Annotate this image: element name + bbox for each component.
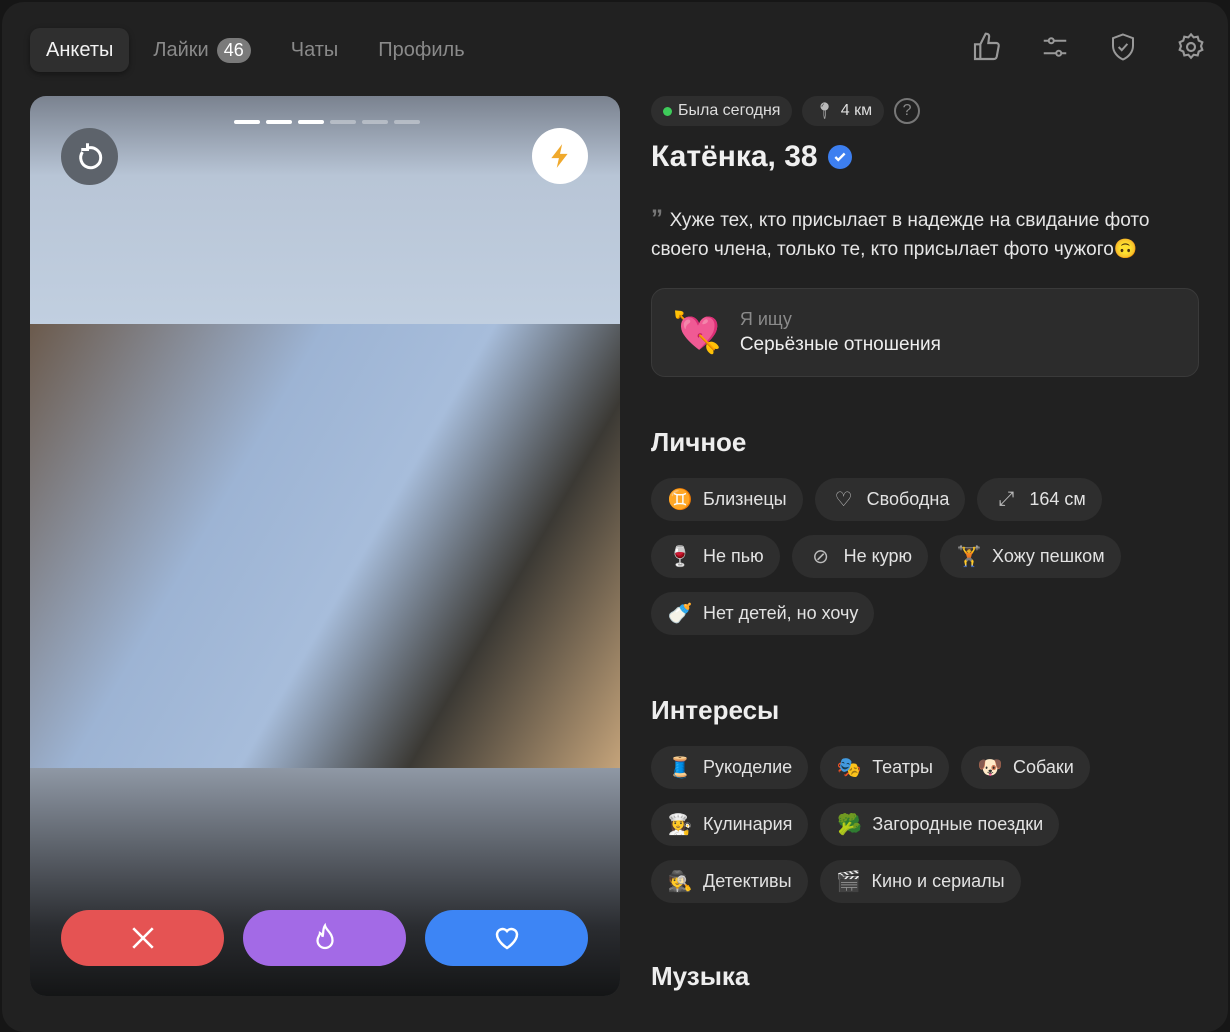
chip-icon: 🎭: [836, 757, 862, 779]
chip-icon: ♡: [834, 489, 853, 511]
chip: 🧵 Рукоделие: [651, 746, 809, 789]
chip: 🎬 Кино и сериалы: [819, 860, 1021, 903]
section-interests-title: Интересы: [651, 695, 780, 725]
section-personal-title: Личное: [651, 427, 747, 457]
chip: 🥦 Загородные поездки: [820, 803, 1060, 846]
photo-indicator[interactable]: [330, 120, 356, 124]
location-pin-icon: 📍︎: [814, 103, 835, 120]
tab-likes[interactable]: Лайки 46: [137, 28, 266, 72]
chip-icon: 🐶: [977, 757, 1003, 779]
photo-indicator[interactable]: [266, 120, 292, 124]
chip: 👩‍🍳 Кулинария: [651, 803, 809, 846]
bio-quote: ” Хуже тех, кто присылает в надежде на с…: [651, 205, 1150, 260]
main-nav: Анкеты Лайки 46 Чаты Профиль: [30, 28, 481, 72]
chip-icon: 👩‍🍳: [667, 814, 693, 836]
sliders-icon[interactable]: [1038, 30, 1072, 64]
likes-count-badge: 46: [216, 37, 251, 63]
photo-indicator[interactable]: [298, 120, 324, 124]
chip: 🐶 Собаки: [961, 746, 1090, 789]
profile-info: Была сегодня 📍︎ 4 км ? Катёнка, 38 ” Хуже…: [651, 96, 1199, 1012]
chip-icon: ♊: [667, 489, 693, 511]
chip: 🍼 Нет детей, но хочу: [651, 592, 875, 635]
chip: ♡ Свободна: [814, 478, 966, 521]
photo-indicator[interactable]: [394, 120, 420, 124]
online-status: Была сегодня: [651, 96, 793, 126]
chip-icon: ⊘: [812, 546, 830, 568]
chip: 🏋 Хожу пешком: [940, 535, 1121, 578]
chip: ⊘ Не курю: [791, 535, 929, 578]
online-dot-icon: [663, 106, 672, 116]
chip-icon: 🏋: [956, 546, 982, 568]
like-button[interactable]: [425, 910, 588, 966]
chip-icon: 🎬: [836, 871, 861, 893]
thumbs-up-icon[interactable]: [970, 30, 1004, 64]
profile-photo[interactable]: [30, 324, 620, 768]
chip-icon: 🍼: [667, 603, 693, 625]
personal-chips: ♊ Близнецы ♡ Свободна ⤢ 164 см 🍷 Не пью ⊘ Не курю…: [651, 478, 1199, 635]
tab-chats[interactable]: Чаты: [275, 28, 355, 72]
photo-indicator[interactable]: [234, 120, 260, 124]
quote-icon: ”: [651, 205, 670, 232]
interest-chips: 🧵 Рукоделие 🎭 Театры 🐶 Собаки 👩‍🍳 Кулинария 🥦 Заг…: [651, 746, 1199, 903]
chip-icon: 🍷: [667, 546, 693, 568]
superlike-button[interactable]: [243, 910, 406, 966]
chip: 🎭 Театры: [820, 746, 949, 789]
photo-indicator[interactable]: [362, 120, 388, 124]
seeking-card: 💘 Я ищу Серьёзные отношения: [651, 288, 1199, 377]
boost-button[interactable]: [532, 128, 588, 184]
chip-icon: 🧵: [667, 757, 693, 779]
shield-icon[interactable]: [1106, 30, 1140, 64]
rewind-button[interactable]: [61, 128, 118, 185]
chip: 🍷 Не пью: [651, 535, 780, 578]
help-icon[interactable]: ?: [894, 98, 921, 124]
photo-progress: [234, 120, 420, 124]
chip-icon: ⤢: [998, 488, 1015, 510]
verified-icon: [827, 145, 852, 169]
gear-icon[interactable]: [1174, 30, 1208, 64]
chip: 🕵️ Детективы: [651, 860, 808, 903]
chip: ♊ Близнецы: [651, 478, 803, 521]
dislike-button[interactable]: [61, 910, 224, 966]
profile-name: Катёнка, 38: [651, 140, 818, 173]
profile-card[interactable]: [30, 96, 620, 996]
tab-profile[interactable]: Профиль: [362, 28, 480, 72]
chip-icon: 🕵️: [667, 871, 693, 893]
tab-profiles[interactable]: Анкеты: [30, 28, 130, 72]
app-window: Анкеты Лайки 46 Чаты Профиль Была сегодня…: [2, 2, 1228, 1032]
heart-arrow-icon: 💘: [672, 311, 722, 355]
distance-badge: 📍︎ 4 км: [802, 96, 885, 126]
heart-icon: [495, 927, 518, 950]
close-icon: [131, 927, 154, 949]
section-music-title: Музыка: [651, 961, 750, 991]
chip: ⤢ 164 см: [977, 478, 1102, 521]
flame-icon: [315, 922, 334, 950]
lightning-icon: [551, 144, 568, 168]
rewind-icon: [78, 142, 102, 169]
chip-icon: 🥦: [836, 814, 862, 836]
